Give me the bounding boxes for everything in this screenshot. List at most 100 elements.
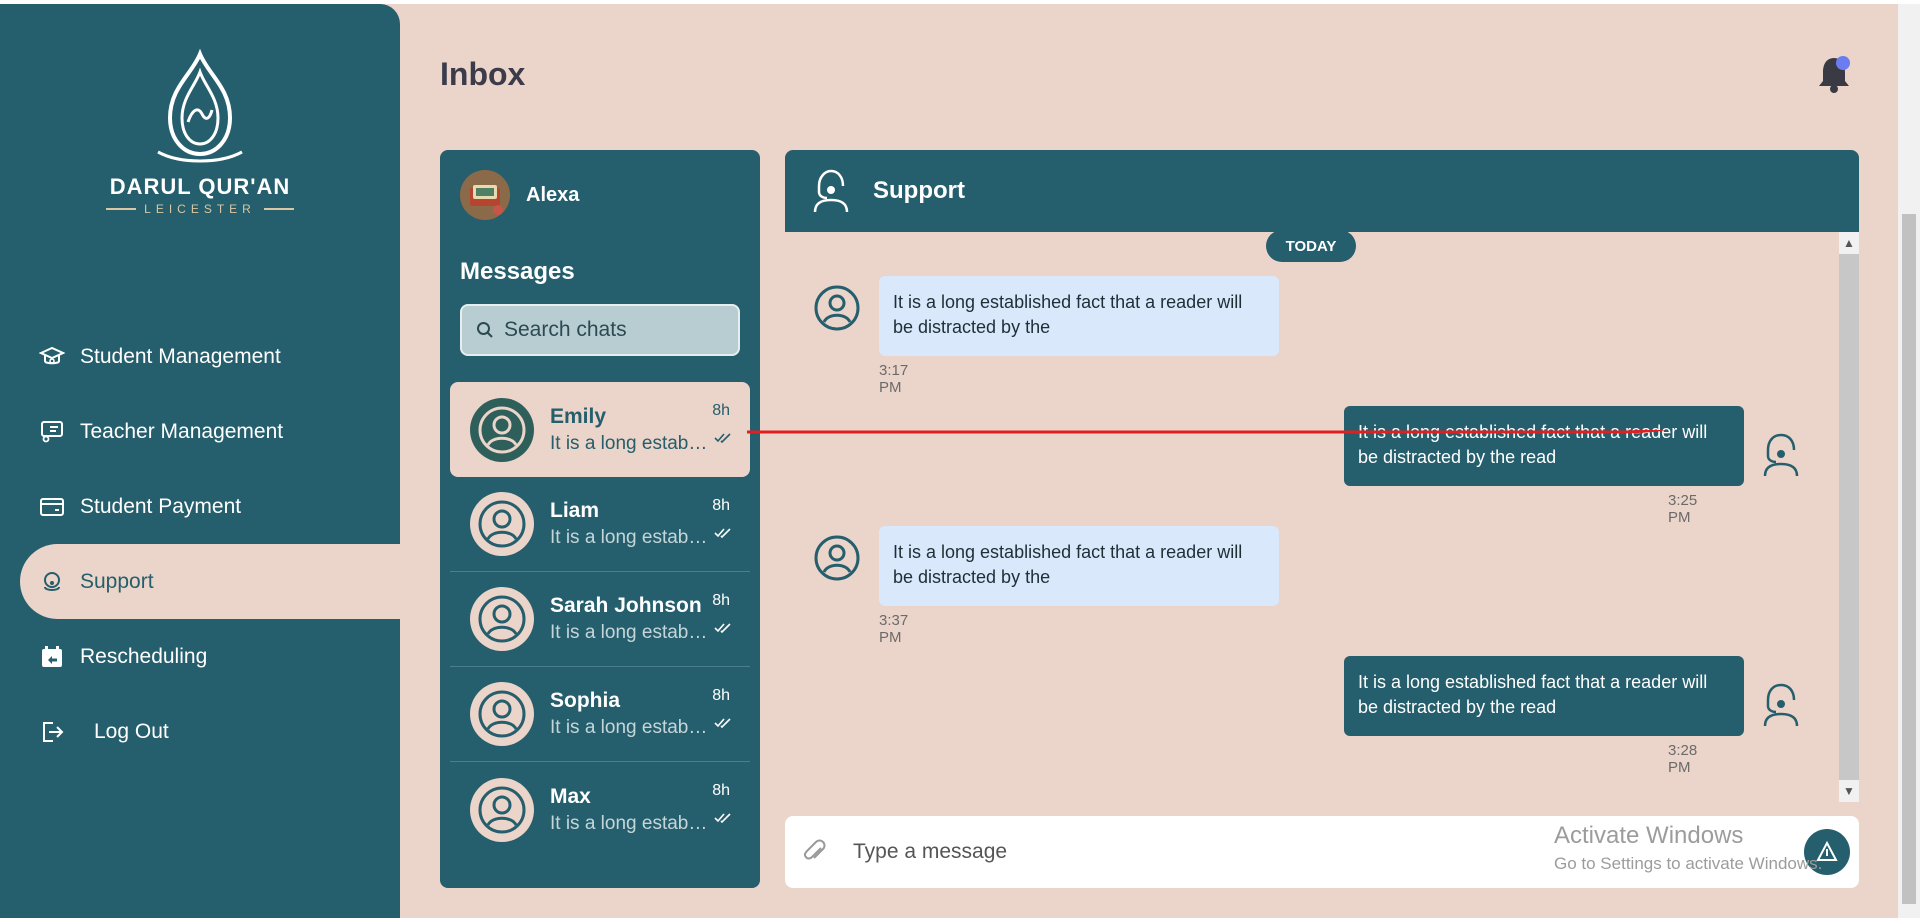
divider bbox=[106, 208, 137, 210]
message-time: 3:37 PM bbox=[879, 612, 909, 646]
chat-time: 8h bbox=[712, 592, 730, 609]
chat-preview: It is a long established fact that a rea… bbox=[550, 812, 710, 834]
chat-item-max[interactable]: Max It is a long established fact that a… bbox=[450, 762, 750, 857]
chat-item-emily[interactable]: Emily It is a long established fact that… bbox=[450, 382, 750, 477]
sidebar-item-student-payment[interactable]: Student Payment bbox=[0, 469, 400, 544]
sidebar-item-label: Rescheduling bbox=[80, 644, 208, 668]
chat-preview: It is a long established fact that a rea… bbox=[550, 717, 710, 738]
brand-subtitle-row: LEICESTER bbox=[0, 202, 400, 216]
message-bubble: It is a long established fact that a rea… bbox=[1344, 406, 1744, 486]
avatar bbox=[470, 587, 534, 651]
chat-item-sarah-johnson[interactable]: Sarah Johnson It is a long established f… bbox=[450, 572, 750, 667]
chat-name: Emily bbox=[550, 404, 607, 428]
user-circle-icon bbox=[478, 690, 526, 738]
user-circle-icon bbox=[814, 285, 860, 331]
logo-mark-icon bbox=[157, 48, 243, 163]
chat-time: 8h bbox=[712, 497, 730, 514]
scroll-up-icon[interactable]: ▲ bbox=[1839, 232, 1859, 254]
message-time: 3:28 PM bbox=[1668, 742, 1698, 776]
message-input[interactable] bbox=[853, 840, 1553, 864]
teacher-board-icon bbox=[38, 418, 66, 446]
avatar[interactable] bbox=[460, 170, 510, 220]
chat-time: 8h bbox=[712, 687, 730, 704]
sidebar-item-logout[interactable]: Log Out bbox=[0, 694, 400, 769]
conversation-header: Support bbox=[785, 150, 1859, 232]
scrollbar-thumb[interactable] bbox=[1902, 214, 1916, 904]
conversation-body: It is a long established fact that a rea… bbox=[785, 232, 1839, 802]
sidebar-item-label: Student Payment bbox=[80, 494, 242, 518]
sidebar: DARUL QUR'AN LEICESTER Student Managemen… bbox=[0, 4, 400, 918]
sidebar-item-student-management[interactable]: Student Management bbox=[0, 319, 400, 394]
double-check-icon bbox=[714, 528, 731, 539]
sidebar-nav: Student Management Teacher Management St… bbox=[0, 319, 400, 769]
credit-card-icon bbox=[38, 493, 66, 521]
avatar bbox=[470, 682, 534, 746]
watermark-subtitle: Go to Settings to activate Windows. bbox=[1554, 854, 1823, 873]
support-agent-icon bbox=[38, 568, 66, 596]
chat-item-liam[interactable]: Liam It is a long established fact that … bbox=[450, 477, 750, 572]
current-user: Alexa bbox=[460, 170, 579, 220]
avatar bbox=[470, 397, 534, 462]
user-circle-icon bbox=[478, 500, 526, 548]
double-check-icon bbox=[714, 813, 731, 824]
notification-badge bbox=[1836, 56, 1850, 70]
message-bubble: It is a long established fact that a rea… bbox=[1344, 656, 1744, 736]
scroll-down-icon[interactable]: ▼ bbox=[1839, 780, 1859, 802]
chat-list: Emily It is a long established fact that… bbox=[450, 382, 750, 857]
sidebar-item-rescheduling[interactable]: Rescheduling bbox=[0, 619, 400, 694]
chat-item-sophia[interactable]: Sophia It is a long established fact tha… bbox=[450, 667, 750, 762]
chat-time: 8h bbox=[712, 782, 730, 799]
graduation-cap-icon bbox=[38, 343, 66, 371]
chat-name: Sarah Johnson bbox=[550, 594, 702, 617]
sidebar-item-label: Student Management bbox=[80, 344, 281, 368]
brand-name: DARUL QUR'AN bbox=[109, 174, 291, 199]
chat-name: Max bbox=[550, 784, 591, 808]
sidebar-item-label: Log Out bbox=[94, 719, 169, 743]
day-divider: TODAY bbox=[1266, 230, 1356, 262]
page-scrollbar[interactable] bbox=[1898, 4, 1920, 918]
watermark-title: Activate Windows bbox=[1554, 822, 1744, 849]
avatar bbox=[470, 777, 534, 842]
support-agent-icon bbox=[1763, 433, 1799, 477]
user-circle-icon bbox=[814, 535, 860, 581]
chat-preview: It is a long established fact that a rea… bbox=[550, 622, 710, 643]
divider bbox=[263, 208, 294, 210]
double-check-icon bbox=[714, 433, 731, 444]
chat-preview: It is a long established fact that a rea… bbox=[550, 432, 710, 454]
calendar-icon bbox=[38, 643, 66, 671]
conversation-title: Support bbox=[873, 177, 965, 204]
support-agent-icon bbox=[1763, 683, 1799, 727]
double-check-icon bbox=[714, 623, 731, 634]
chat-name: Sophia bbox=[550, 689, 621, 712]
message-bubble: It is a long established fact that a rea… bbox=[879, 276, 1279, 356]
paperclip-icon[interactable] bbox=[801, 838, 829, 866]
message-time: 3:17 PM bbox=[879, 362, 909, 396]
chat-preview: It is a long established fact that a rea… bbox=[550, 527, 710, 548]
message-bubble: It is a long established fact that a rea… bbox=[879, 526, 1279, 606]
messages-title: Messages bbox=[460, 258, 575, 285]
brand-logo: DARUL QUR'AN LEICESTER bbox=[0, 48, 400, 216]
double-check-icon bbox=[714, 718, 731, 729]
brand-subtitle: LEICESTER bbox=[144, 202, 256, 216]
user-circle-icon bbox=[478, 786, 526, 833]
sidebar-item-teacher-management[interactable]: Teacher Management bbox=[0, 394, 400, 469]
search-box[interactable] bbox=[460, 304, 740, 356]
sidebar-item-support[interactable]: Support bbox=[20, 544, 400, 619]
sidebar-item-label: Support bbox=[80, 569, 154, 593]
chat-list-panel: Alexa Messages Emily It is a long establ… bbox=[440, 150, 760, 888]
user-circle-icon bbox=[478, 595, 526, 643]
chat-time: 8h bbox=[712, 402, 730, 419]
sidebar-item-label: Teacher Management bbox=[80, 419, 284, 443]
search-input[interactable] bbox=[504, 318, 734, 342]
page-title: Inbox bbox=[440, 56, 526, 92]
message-time: 3:25 PM bbox=[1668, 492, 1698, 526]
current-user-name: Alexa bbox=[526, 183, 580, 206]
windows-watermark: Activate Windows Go to Settings to activ… bbox=[1554, 822, 1822, 874]
avatar bbox=[470, 492, 534, 556]
user-circle-icon bbox=[478, 406, 526, 453]
search-icon bbox=[477, 322, 493, 338]
logout-icon bbox=[38, 718, 66, 746]
conversation-scrollbar[interactable]: ▲ ▼ bbox=[1839, 232, 1859, 802]
support-agent-icon bbox=[813, 169, 849, 213]
chat-name: Liam bbox=[550, 499, 600, 522]
